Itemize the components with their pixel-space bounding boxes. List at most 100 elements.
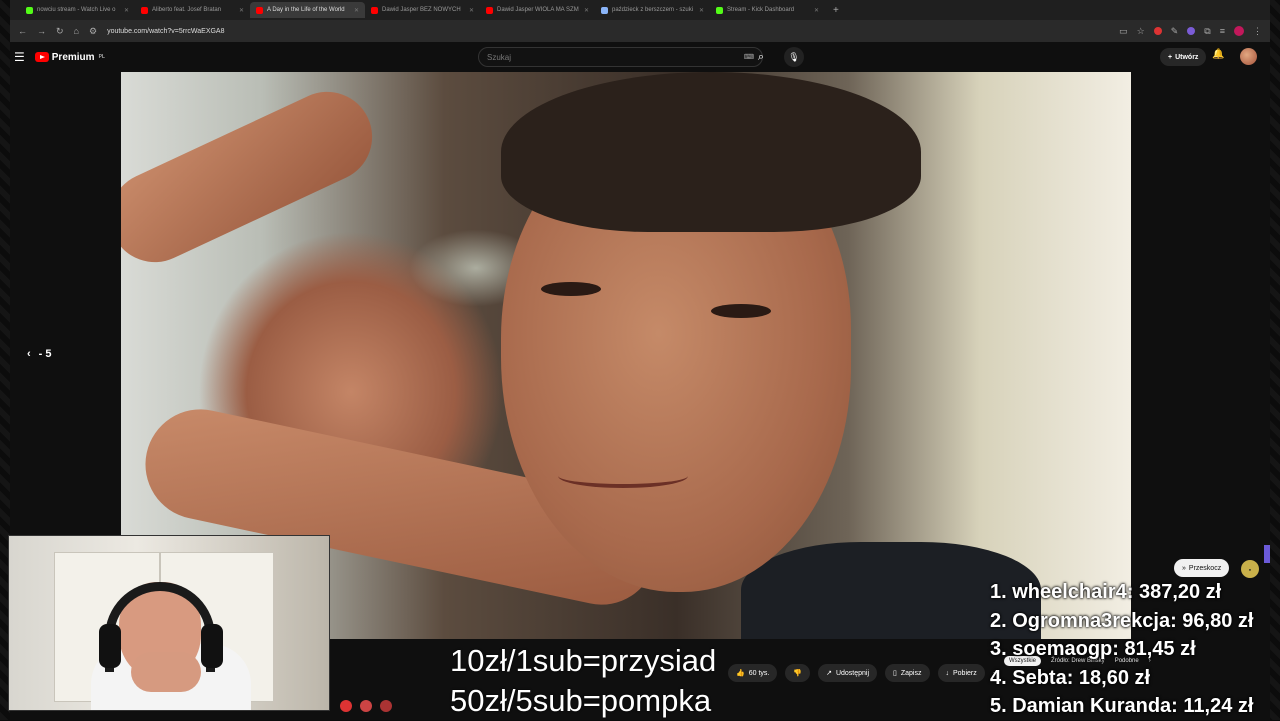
youtube-favicon-icon [141, 6, 148, 14]
streamer-hand [131, 652, 201, 692]
likes-count: 60 tys. [748, 669, 770, 677]
tab-1[interactable]: Aliberto feat. Josef Bratan ✕ [135, 2, 250, 18]
plus-icon: + [1168, 53, 1173, 61]
overlay-line-1: 10zł/1sub=przysiad [450, 643, 717, 678]
tab-6[interactable]: Stream - Kick Dashboard ✕ [710, 2, 825, 18]
cast-icon[interactable]: ▭ [1119, 26, 1128, 37]
close-tab-icon[interactable]: ✕ [354, 7, 359, 14]
hair-image [501, 72, 921, 232]
tab-5[interactable]: paździeck z berszczem - szuki ✕ [595, 2, 710, 18]
logo-region: PL [98, 54, 105, 60]
headphone-cup [99, 624, 121, 668]
leaderboard-row: 5. Damian Kuranda: 11,24 zł [990, 695, 1254, 717]
share-button[interactable]: ↗ Udostępnij [818, 664, 878, 682]
download-label: Pobierz [953, 669, 977, 677]
leaderboard-row: 1. wheelchair4: 387,20 zł [990, 581, 1222, 603]
thumbs-up-icon: 👍 [736, 670, 745, 677]
new-tab-icon[interactable]: + [833, 5, 839, 16]
seek-back-indicator: ‹ - 5 [27, 348, 52, 360]
close-tab-icon[interactable]: ✕ [239, 7, 244, 14]
search-placeholder: Szukaj [487, 52, 512, 62]
scrollbar-thumb[interactable] [1264, 545, 1270, 563]
leaderboard-row: 4. Sebta: 18,60 zł [990, 666, 1151, 689]
close-tab-icon[interactable]: ✕ [699, 7, 704, 14]
webcam-overlay [8, 535, 330, 711]
download-icon: ↓ [945, 669, 950, 677]
create-button[interactable]: + Utwórz [1160, 48, 1207, 66]
leaderboard-row: 2. Ogromna3rekcja: 96,80 zł [990, 609, 1254, 632]
extension-icon[interactable]: ✎ [1171, 26, 1179, 37]
address-bar-row: ← → ↻ ⌂ ⚙ youtube.com/watch?v=5rrcWaEXGA… [10, 20, 1270, 42]
app-icon[interactable] [340, 700, 352, 712]
extensions-area: ▭ ☆ ✎ ⧉ ≡ ⋮ [1119, 26, 1262, 37]
eye-image [711, 304, 771, 318]
search-icon[interactable]: ⌕ [750, 47, 772, 67]
media-icon[interactable]: ≡ [1220, 26, 1225, 36]
extension-icon[interactable] [1187, 27, 1196, 35]
app-icon[interactable] [360, 700, 372, 712]
share-label: Udostępnij [835, 669, 870, 677]
reload-icon[interactable]: ↻ [56, 26, 64, 37]
taskbar-icons [340, 700, 392, 712]
mouth-image [558, 464, 688, 488]
home-icon[interactable]: ⌂ [74, 26, 79, 36]
close-tab-icon[interactable]: ✕ [584, 7, 589, 14]
logo-text: Premium [51, 51, 95, 63]
google-favicon-icon [601, 6, 608, 14]
hamburger-menu-icon[interactable]: ☰ [14, 50, 25, 64]
extensions-puzzle-icon[interactable]: ⧉ [1204, 26, 1210, 37]
download-button[interactable]: ↓ Pobierz [937, 664, 985, 682]
tab-label: Aliberto feat. Josef Bratan [152, 7, 222, 13]
close-tab-icon[interactable]: ✕ [469, 7, 474, 14]
tab-label: nowciu stream - Watch Live o [37, 7, 116, 13]
microphone-icon[interactable]: 🎙 [784, 47, 804, 67]
leaderboard-row: 3. soemaogp: 81,45 zł [990, 638, 1196, 660]
tab-4[interactable]: Dawid Jasper WIOLA MA SZM ✕ [480, 2, 595, 18]
tab-label: Dawid Jasper BEZ NOWYCH [382, 7, 461, 13]
tab-label: Stream - Kick Dashboard [727, 7, 795, 13]
forward-icon[interactable]: → [37, 26, 46, 36]
donation-leaderboard: 1. wheelchair4: 387,20 zł 2. Ogromna3rek… [990, 578, 1280, 721]
tab-3[interactable]: Dawid Jasper BEZ NOWYCH ✕ [365, 2, 480, 18]
site-info-icon[interactable]: ⚙ [89, 26, 97, 37]
search-input[interactable]: Szukaj ⌨ [478, 47, 763, 67]
youtube-logo[interactable]: Premium PL [34, 51, 105, 63]
streamer-image [91, 574, 251, 710]
skip-label: Przeskocz [1188, 564, 1222, 572]
back-icon[interactable]: ← [18, 26, 27, 36]
eye-image [541, 282, 601, 296]
channel-badge-icon: ● [1241, 560, 1259, 578]
close-tab-icon[interactable]: ✕ [814, 7, 819, 14]
video-actions-bar: 👍 60 tys. 👎 ↗ Udostępnij ▯ Zapisz ↓ Pobierz … [728, 664, 1000, 682]
overlay-line-2: 50zł/5sub=pompka [450, 683, 712, 718]
share-icon: ↗ [826, 670, 832, 677]
kick-favicon-icon [716, 6, 723, 14]
seek-back-label: - 5 [38, 348, 52, 360]
extension-icon[interactable] [1153, 27, 1162, 35]
like-button[interactable]: 👍 60 tys. [728, 664, 778, 682]
thumbs-down-icon: 👎 [793, 670, 803, 677]
menu-kebab-icon[interactable]: ⋮ [1253, 26, 1262, 37]
save-button[interactable]: ▯ Zapisz [885, 664, 930, 682]
youtube-play-icon [34, 52, 49, 62]
tab-bar: nowciu stream - Watch Live o ✕ Aliberto f… [10, 0, 1270, 20]
notifications-bell-icon[interactable]: 🔔 [1212, 49, 1224, 60]
profile-icon[interactable] [1234, 26, 1244, 36]
youtube-header: ☰ Premium PL Szukaj ⌨ ⌕ 🎙 + Utwórz 🔔 [10, 42, 1270, 72]
tab-2[interactable]: A Day in the Life of the World ✕ [250, 2, 365, 18]
kick-favicon-icon [26, 6, 33, 14]
close-tab-icon[interactable]: ✕ [124, 7, 129, 14]
dislike-button[interactable]: 👎 [785, 664, 811, 682]
avatar[interactable] [1240, 48, 1257, 65]
tab-0[interactable]: nowciu stream - Watch Live o ✕ [20, 2, 135, 18]
tab-label: Dawid Jasper WIOLA MA SZM [497, 7, 579, 13]
youtube-favicon-icon [256, 6, 263, 14]
url-field[interactable]: youtube.com/watch?v=5rrcWaEXGA8 [107, 28, 1109, 35]
app-icon[interactable] [380, 700, 392, 712]
skip-button[interactable]: » Przeskocz [1174, 559, 1230, 577]
chevron-left-icon: ‹ [27, 348, 31, 360]
skip-forward-icon: » [1182, 564, 1186, 572]
headphone-cup [201, 624, 223, 668]
hand-finger-image [121, 77, 387, 277]
bookmark-star-icon[interactable]: ☆ [1137, 26, 1145, 37]
